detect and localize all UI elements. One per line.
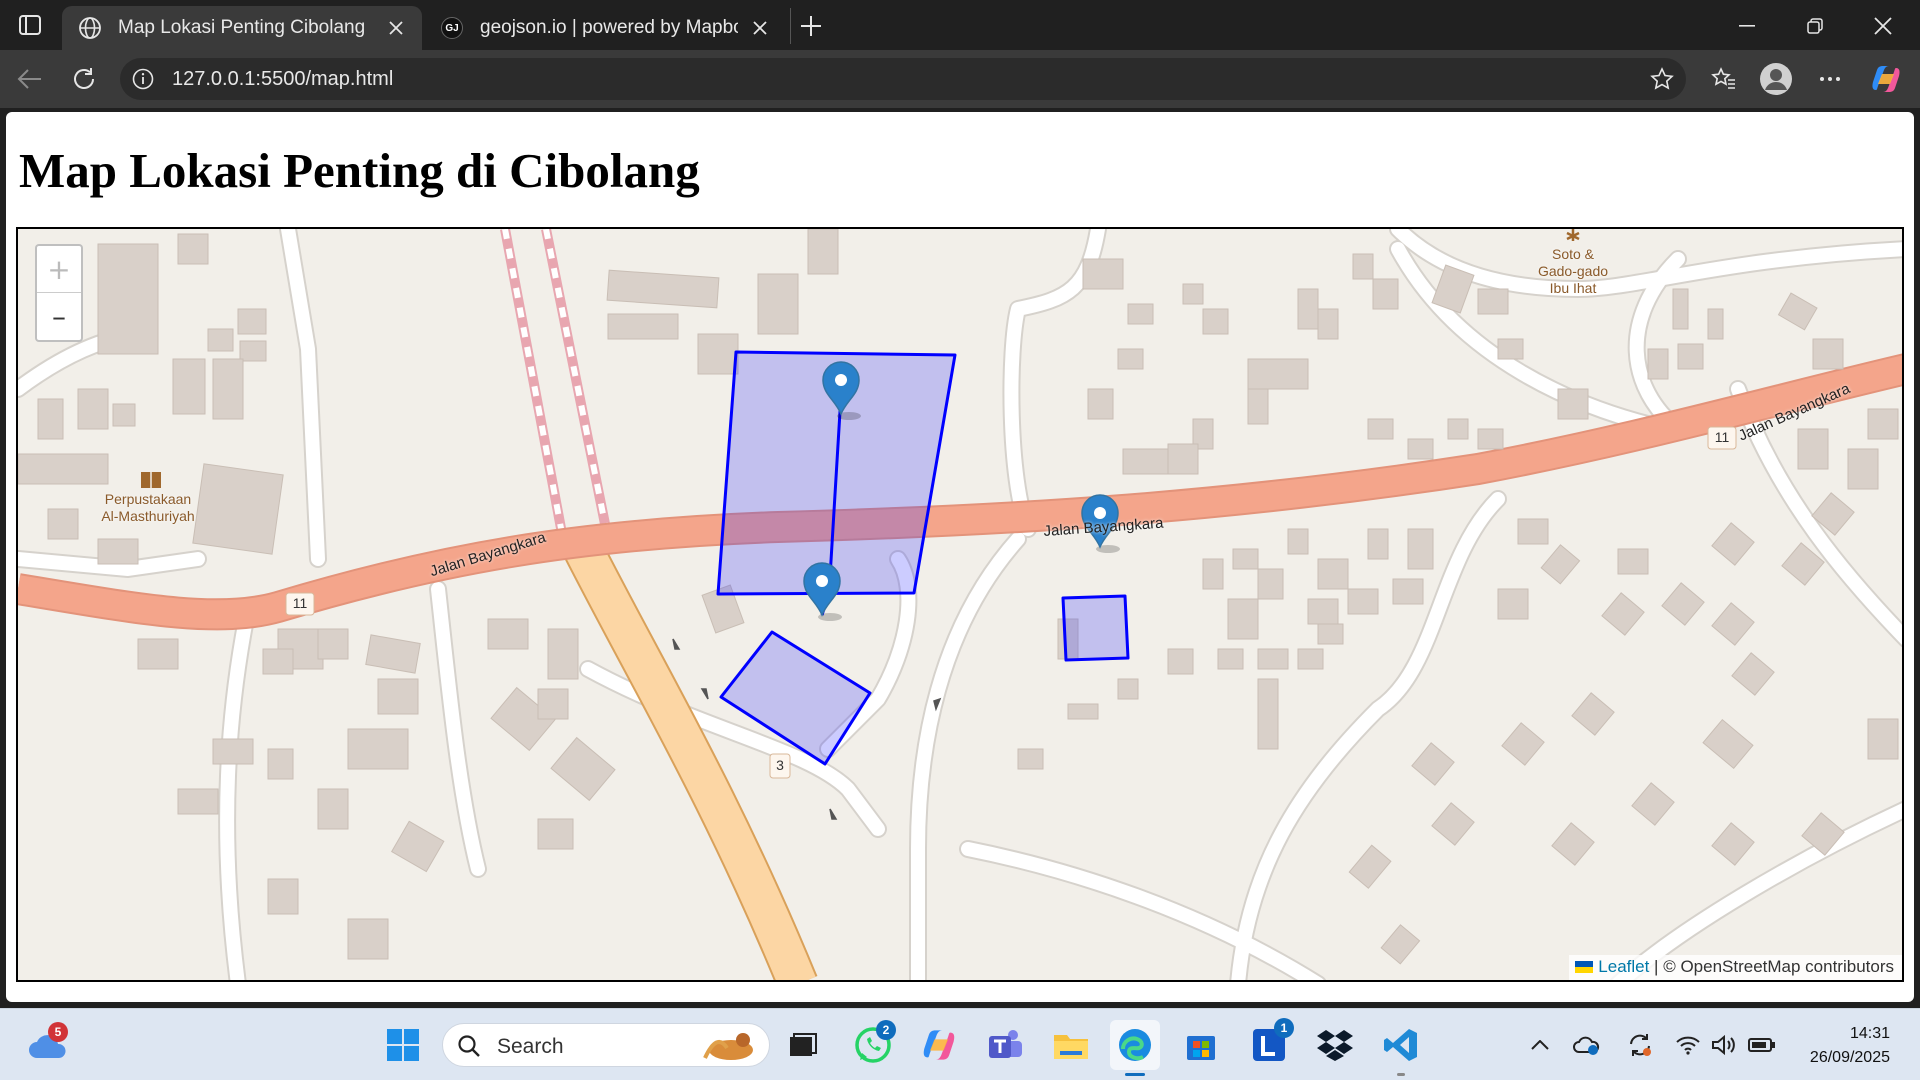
dropbox-icon[interactable] <box>1310 1020 1360 1070</box>
route-shield-11-right: 11 <box>1714 429 1730 445</box>
geojson-favicon-icon: GJ <box>438 14 466 42</box>
windows-taskbar: 5 Search 2 1 14:31 26/09/2025 <box>0 1008 1920 1080</box>
marker-south <box>803 562 842 621</box>
search-icon <box>458 1035 480 1057</box>
tab-map-lokasi[interactable]: Map Lokasi Penting Cibolang <box>62 6 422 50</box>
tab-geojson[interactable]: GJ geojson.io | powered by Mapbox <box>424 6 786 50</box>
file-explorer-icon[interactable] <box>1046 1020 1096 1070</box>
search-highlight-icon <box>703 1033 753 1060</box>
minimize-button[interactable] <box>1714 6 1780 46</box>
zoom-in-button[interactable]: + <box>37 246 81 293</box>
globe-icon <box>76 14 104 42</box>
zoom-out-button[interactable]: – <box>37 293 81 340</box>
teams-icon[interactable] <box>980 1020 1030 1070</box>
map-attribution: Leaflet | © OpenStreetMap contributors <box>1569 955 1902 980</box>
search-placeholder: Search <box>497 1035 564 1058</box>
close-tab-icon[interactable] <box>748 16 772 40</box>
favorite-star-icon[interactable] <box>1648 65 1676 93</box>
close-window-button[interactable] <box>1850 6 1916 46</box>
more-menu-icon[interactable] <box>1810 59 1850 99</box>
weather-badge: 5 <box>48 1022 68 1042</box>
back-button[interactable] <box>10 59 50 99</box>
l-app-icon[interactable]: 1 <box>1244 1018 1294 1070</box>
start-button[interactable] <box>378 1020 428 1070</box>
attribution-text: | © OpenStreetMap contributors <box>1649 957 1894 976</box>
weather-widget-icon[interactable]: 5 <box>22 1020 72 1070</box>
clock-date: 26/09/2025 <box>1809 1049 1890 1066</box>
show-hidden-icons-chevron[interactable] <box>1520 1020 1560 1070</box>
volume-icon[interactable] <box>1704 1020 1744 1070</box>
site-info-icon[interactable] <box>130 66 156 92</box>
profile-avatar-icon[interactable] <box>1756 59 1796 99</box>
leaflet-link[interactable]: Leaflet <box>1598 957 1649 977</box>
leaflet-map[interactable]: Jalan Bayangkara Jalan Bayangkara Jalan … <box>16 227 1904 982</box>
whatsapp-badge: 2 <box>876 1020 896 1040</box>
polygons <box>716 350 1130 766</box>
new-tab-button[interactable] <box>790 8 830 44</box>
taskbar-search[interactable]: Search <box>442 1023 770 1067</box>
route-shield-3: 3 <box>776 757 784 773</box>
route-shield-11-left: 11 <box>292 595 308 611</box>
tab-actions-icon[interactable] <box>10 10 50 40</box>
favorites-icon[interactable] <box>1704 59 1744 99</box>
tab-label: geojson.io | powered by Mapbox <box>480 17 738 38</box>
task-view-icon[interactable] <box>778 1020 828 1070</box>
restore-button[interactable] <box>1782 6 1848 46</box>
address-toolbar: 127.0.0.1:5500/map.html <box>0 50 1920 108</box>
onedrive-status-icon[interactable] <box>1566 1020 1606 1070</box>
polygon-area-east <box>1061 594 1130 662</box>
poi-food-label: Soto & Gado-gado Ibu Ihat <box>1537 246 1609 296</box>
ukraine-flag-icon <box>1575 961 1594 973</box>
whatsapp-icon[interactable]: 2 <box>848 1020 898 1070</box>
vscode-icon[interactable] <box>1376 1020 1426 1076</box>
url-bar[interactable]: 127.0.0.1:5500/map.html <box>120 58 1686 100</box>
copilot-app-icon[interactable] <box>914 1020 964 1070</box>
tab-bar: Map Lokasi Penting Cibolang GJ geojson.i… <box>0 0 1920 50</box>
system-clock[interactable]: 14:31 26/09/2025 <box>1810 1022 1890 1070</box>
tab-label: Map Lokasi Penting Cibolang <box>118 17 366 38</box>
edge-browser-icon[interactable] <box>1110 1020 1160 1076</box>
poi-library-label: Perpustakaan Al-Masthuriyah <box>101 491 195 524</box>
restaurant-icon <box>1566 229 1580 241</box>
zoom-control: + – <box>35 244 83 342</box>
battery-icon[interactable] <box>1742 1020 1782 1070</box>
microsoft-store-icon[interactable] <box>1176 1020 1226 1070</box>
web-page: Map Lokasi Penting di Cibolang Jalan Bay… <box>6 112 1914 1002</box>
page-title: Map Lokasi Penting di Cibolang <box>19 143 700 198</box>
close-tab-icon[interactable] <box>384 16 408 40</box>
sync-icon[interactable] <box>1620 1020 1660 1070</box>
wifi-icon[interactable] <box>1668 1020 1708 1070</box>
url-text: 127.0.0.1:5500/map.html <box>172 68 394 90</box>
l-app-badge: 1 <box>1274 1018 1294 1038</box>
library-icon <box>141 472 161 488</box>
copilot-icon[interactable] <box>1866 59 1906 99</box>
clock-time: 14:31 <box>1849 1025 1890 1042</box>
reload-button[interactable] <box>64 59 104 99</box>
